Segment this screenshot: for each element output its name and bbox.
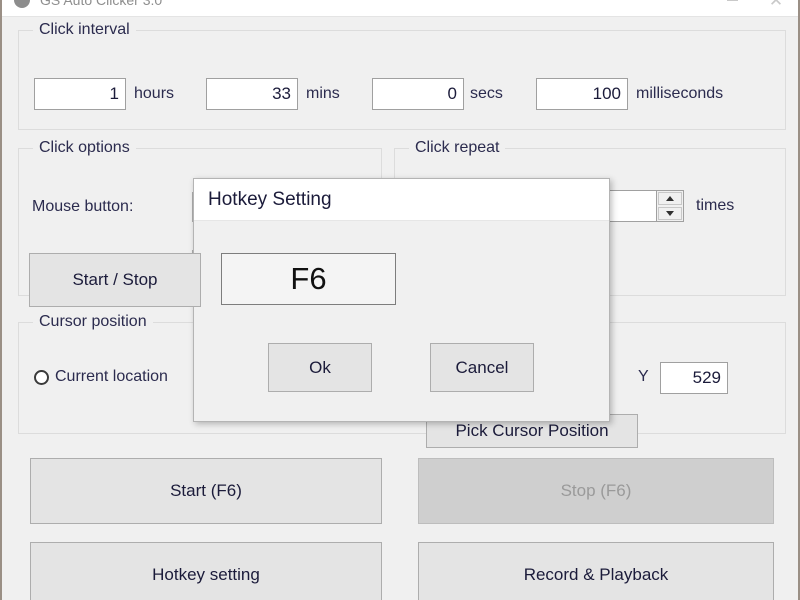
app-icon (14, 0, 30, 8)
chevron-up-icon (666, 196, 674, 201)
radio-current-location-label: Current location (55, 368, 168, 386)
dialog-ok-button[interactable]: Ok (268, 343, 372, 392)
group-cursor-position-title: Cursor position (33, 313, 153, 331)
stepper-down-button[interactable] (658, 207, 682, 220)
title-bar: GS Auto Clicker 3.0 ✕ (2, 0, 798, 17)
chevron-down-icon (666, 211, 674, 216)
stepper-buttons (656, 190, 684, 222)
cursor-y-label: Y (638, 368, 649, 386)
dialog-hotkey-value[interactable]: F6 (221, 253, 396, 305)
minimize-button[interactable] (710, 0, 754, 15)
interval-secs-input[interactable]: 0 (372, 78, 464, 110)
cursor-y-input[interactable]: 529 (660, 362, 728, 394)
interval-hours-label: hours (134, 85, 174, 103)
close-button[interactable]: ✕ (754, 0, 798, 15)
group-click-options-title: Click options (33, 139, 136, 157)
interval-milliseconds-input[interactable]: 100 (536, 78, 628, 110)
start-button[interactable]: Start (F6) (30, 458, 382, 524)
group-click-repeat-title: Click repeat (409, 139, 505, 157)
interval-milliseconds-label: milliseconds (636, 85, 723, 103)
stepper-up-button[interactable] (658, 192, 682, 205)
app-window: GS Auto Clicker 3.0 ✕ Click interval 1 h… (0, 0, 800, 600)
close-icon: ✕ (769, 0, 783, 9)
repeat-times-label: times (696, 197, 734, 215)
minimize-icon (727, 0, 738, 1)
interval-mins-label: mins (306, 85, 340, 103)
radio-icon (34, 370, 49, 385)
record-playback-button[interactable]: Record & Playback (418, 542, 774, 600)
radio-current-location[interactable]: Current location (34, 368, 168, 386)
dialog-titlebar: Hotkey Setting (194, 179, 609, 221)
stop-button: Stop (F6) (418, 458, 774, 524)
interval-secs-label: secs (470, 85, 503, 103)
window-controls: ✕ (710, 0, 798, 15)
window-title: GS Auto Clicker 3.0 (40, 0, 162, 8)
group-click-interval-title: Click interval (33, 21, 136, 39)
mouse-button-label: Mouse button: (32, 198, 133, 216)
dialog-cancel-button[interactable]: Cancel (430, 343, 534, 392)
repeat-count-input[interactable] (606, 190, 656, 222)
interval-hours-input[interactable]: 1 (34, 78, 126, 110)
dialog-start-stop-button[interactable]: Start / Stop (29, 253, 201, 307)
interval-mins-input[interactable]: 33 (206, 78, 298, 110)
hotkey-setting-button[interactable]: Hotkey setting (30, 542, 382, 600)
dialog-title: Hotkey Setting (208, 189, 332, 211)
repeat-count-stepper[interactable] (606, 190, 684, 222)
